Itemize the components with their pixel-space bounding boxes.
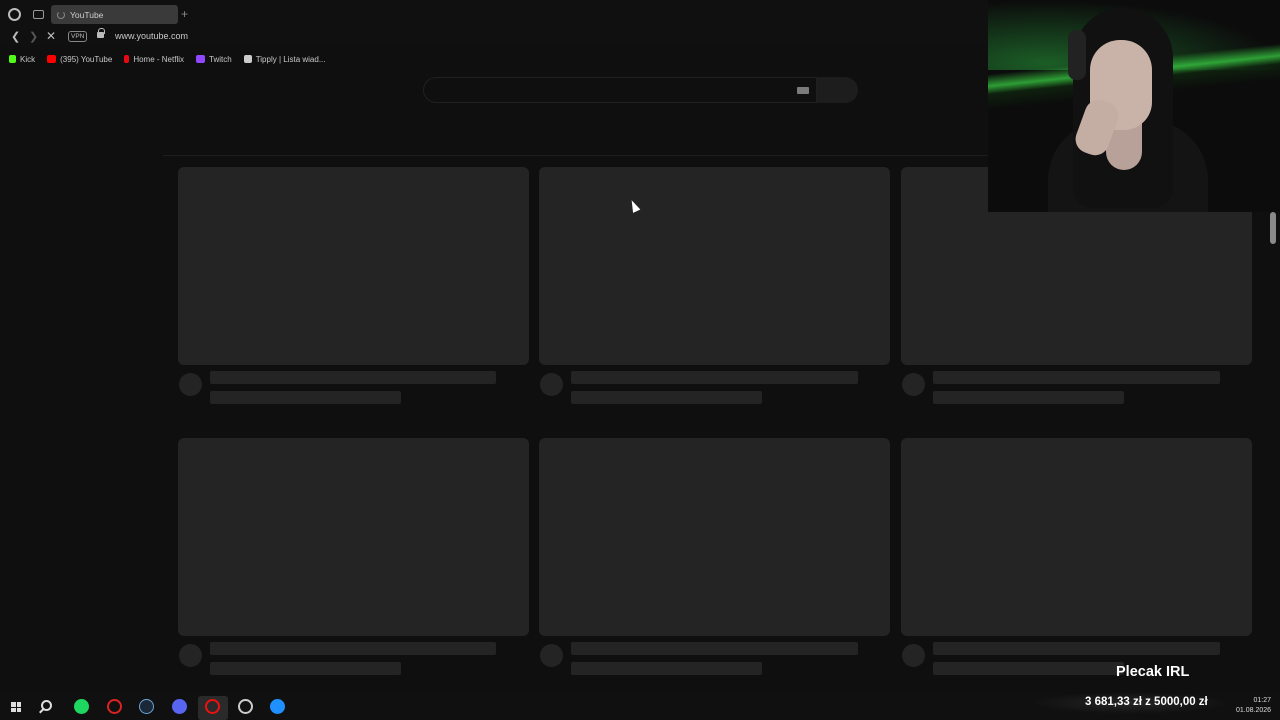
back-arrow-icon[interactable]: ❮ <box>11 30 20 43</box>
opera-gx-icon[interactable] <box>107 699 122 714</box>
bookmark-label: Kick <box>20 54 36 64</box>
obs-icon[interactable] <box>238 699 253 714</box>
search-icon[interactable] <box>41 700 52 711</box>
clock-time: 01:27 <box>1253 697 1272 704</box>
lock-icon[interactable] <box>97 28 105 38</box>
stop-loading-icon[interactable]: ✕ <box>46 29 56 43</box>
channel-avatar-placeholder <box>902 644 925 667</box>
headphones <box>1068 30 1086 80</box>
title-placeholder <box>933 642 1220 655</box>
channel-avatar-placeholder <box>179 373 202 396</box>
bookmark-netflix[interactable]: Home - Netflix <box>124 55 184 64</box>
title-placeholder <box>933 371 1220 384</box>
forward-arrow-icon[interactable]: ❯ <box>29 30 38 43</box>
vpn-badge[interactable]: VPN <box>68 31 88 42</box>
bookmark-label: Home - Netflix <box>133 54 185 64</box>
kick-icon <box>9 55 16 63</box>
twitch-icon <box>196 55 206 63</box>
bookmark-youtube[interactable]: (395) YouTube <box>47 55 112 64</box>
video-thumbnail-placeholder[interactable] <box>178 167 529 365</box>
channel-avatar-placeholder <box>179 644 202 667</box>
meta-placeholder <box>210 662 401 675</box>
title-placeholder <box>571 371 858 384</box>
steam-icon[interactable] <box>139 699 154 714</box>
channel-avatar-placeholder <box>540 644 563 667</box>
video-thumbnail-placeholder[interactable] <box>901 438 1252 636</box>
meta-placeholder <box>933 391 1124 404</box>
meta-placeholder <box>933 662 1124 675</box>
bookmarks-bar: Kick (395) YouTube Home - Netflix Twitch… <box>0 50 988 68</box>
video-thumbnail-placeholder[interactable] <box>178 438 529 636</box>
channel-avatar-placeholder <box>902 373 925 396</box>
search-button[interactable] <box>817 77 858 103</box>
chips-divider <box>163 155 988 156</box>
title-placeholder <box>210 642 496 655</box>
meta-placeholder <box>571 662 762 675</box>
system-clock[interactable]: 01:27 01.08.2026 <box>1236 696 1271 716</box>
youtube-icon <box>47 55 57 63</box>
meta-placeholder <box>571 391 762 404</box>
title-placeholder <box>571 642 858 655</box>
stream-goal-label: Plecak IRL <box>1116 664 1190 680</box>
address-bar: ❮ ❯ ✕ VPN www.youtube.com <box>0 28 988 46</box>
title-placeholder <box>210 371 496 384</box>
opera-icon[interactable] <box>205 699 220 714</box>
bookmark-label: Tipply | Lista wiad... <box>255 54 326 64</box>
tab-title: YouTube <box>70 9 104 20</box>
video-thumbnail-placeholder[interactable] <box>539 438 890 636</box>
loading-spinner-icon <box>57 10 65 19</box>
opera-menu-icon[interactable] <box>8 8 21 21</box>
windows-start-icon[interactable] <box>11 702 21 712</box>
tab-youtube[interactable]: YouTube <box>51 5 178 24</box>
meta-placeholder <box>210 391 401 404</box>
spotify-icon[interactable] <box>74 699 89 714</box>
keyboard-icon[interactable] <box>797 87 809 94</box>
screen: YouTube + ❮ ❯ ✕ VPN www.youtube.com Kick… <box>0 0 1280 720</box>
channel-avatar-placeholder <box>540 373 563 396</box>
clock-date: 01.08.2026 <box>1236 707 1272 714</box>
search-input[interactable] <box>423 77 817 103</box>
steam-icon[interactable] <box>270 699 285 714</box>
bookmark-kick[interactable]: Kick <box>9 55 35 64</box>
bookmark-twitch[interactable]: Twitch <box>196 55 232 64</box>
page-scrollbar[interactable] <box>1270 212 1276 244</box>
video-thumbnail-placeholder[interactable] <box>539 167 890 365</box>
netflix-icon <box>124 55 130 63</box>
url-field[interactable]: www.youtube.com <box>115 31 188 41</box>
webcam-overlay <box>988 0 1280 212</box>
bookmark-label: Twitch <box>209 54 232 64</box>
donation-progress-text: 3 681,33 zł z 5000,00 zł <box>1085 696 1208 708</box>
bookmark-tipply[interactable]: Tipply | Lista wiad... <box>243 54 326 64</box>
bookmark-label: (395) YouTube <box>60 54 113 64</box>
tab-islands-icon[interactable] <box>33 10 44 19</box>
discord-icon[interactable] <box>172 699 187 714</box>
tipply-icon <box>243 55 252 63</box>
new-tab-button[interactable]: + <box>181 7 188 21</box>
